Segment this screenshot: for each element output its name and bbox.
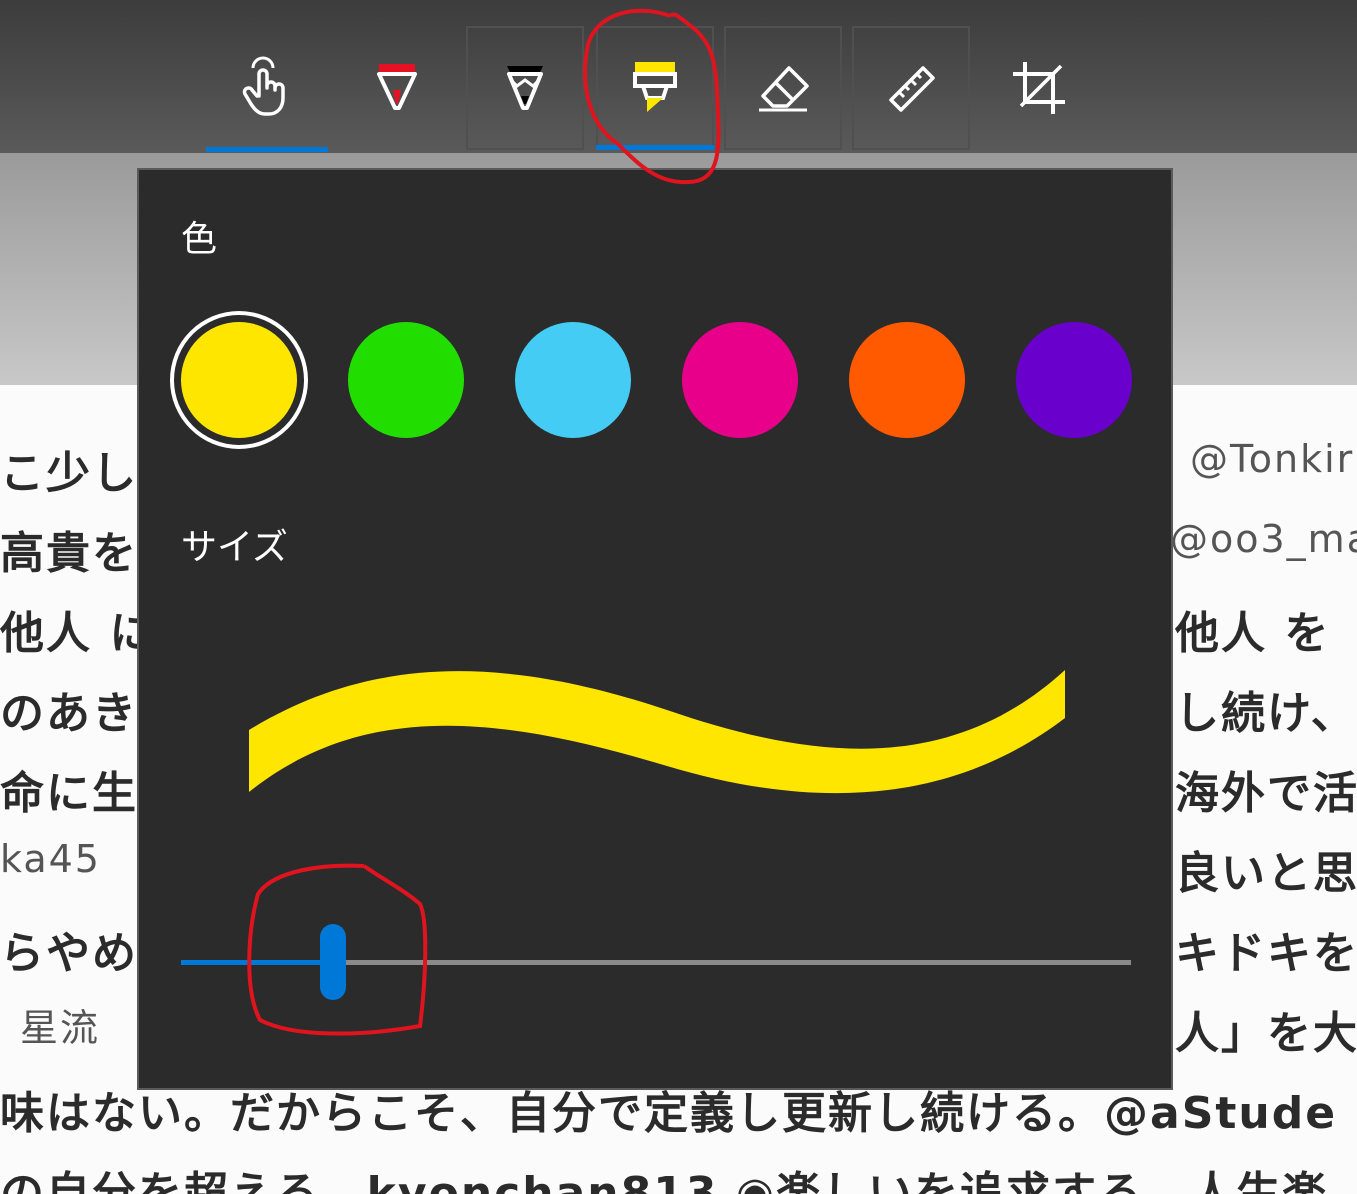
ballpoint-pen-button[interactable] [338, 26, 456, 150]
bg-text-line: らやめ [0, 928, 138, 979]
bg-text-line: 他人 に [0, 608, 156, 659]
bg-text-line: 他人 を [1175, 608, 1331, 659]
color-swatch-lightblue[interactable] [515, 322, 631, 438]
touch-writing-button[interactable] [206, 26, 328, 152]
color-swatch-orange[interactable] [849, 322, 965, 438]
ballpoint-pen-icon [377, 64, 417, 110]
touch-hand-icon [242, 56, 285, 116]
bg-text-line: の自分を超える。kyonchan813 ◉楽しいを追求する、人生楽 [0, 1168, 1329, 1194]
crop-button[interactable] [980, 26, 1098, 150]
size-section-label: サイズ [181, 527, 288, 568]
eraser-button[interactable] [724, 26, 842, 150]
size-slider-filled-track [181, 960, 333, 965]
stroke-preview [249, 670, 1065, 794]
highlighter-button[interactable] [596, 26, 714, 150]
pencil-icon [507, 66, 543, 110]
size-slider-thumb[interactable] [320, 924, 346, 1000]
crop-icon [1013, 62, 1065, 114]
bg-text-line: 海外で活 [1175, 768, 1357, 819]
color-swatch-purple[interactable] [1016, 322, 1132, 438]
color-swatch-magenta[interactable] [682, 322, 798, 438]
bg-text-line: し続け、 [1175, 688, 1357, 739]
highlighter-icon [633, 62, 677, 112]
bg-text-line: 命に生 [0, 768, 138, 819]
bg-text-line: @Tonkir [1190, 437, 1355, 481]
bg-text-line: 星流 [20, 1006, 101, 1050]
bg-text-line: ka45 [0, 837, 101, 881]
bg-text-line: キドキを [1175, 928, 1357, 979]
bg-text-line: @oo3_ma [1170, 517, 1357, 561]
size-slider-track[interactable] [333, 960, 1131, 965]
highlighter-settings-panel: 色 サイズ [137, 168, 1173, 1090]
bg-text-line: 人」を大 [1175, 1008, 1357, 1059]
color-swatch-yellow[interactable] [181, 322, 297, 438]
color-section-label: 色 [181, 219, 218, 260]
color-swatch-green[interactable] [348, 322, 464, 438]
ink-toolbar [0, 0, 1357, 153]
active-indicator [206, 147, 328, 152]
eraser-icon [759, 66, 809, 112]
ruler-icon [889, 66, 935, 112]
active-indicator [596, 145, 714, 150]
bg-text-line: 良いと思 [1175, 848, 1357, 899]
pencil-button[interactable] [466, 26, 584, 150]
ruler-button[interactable] [852, 26, 970, 150]
